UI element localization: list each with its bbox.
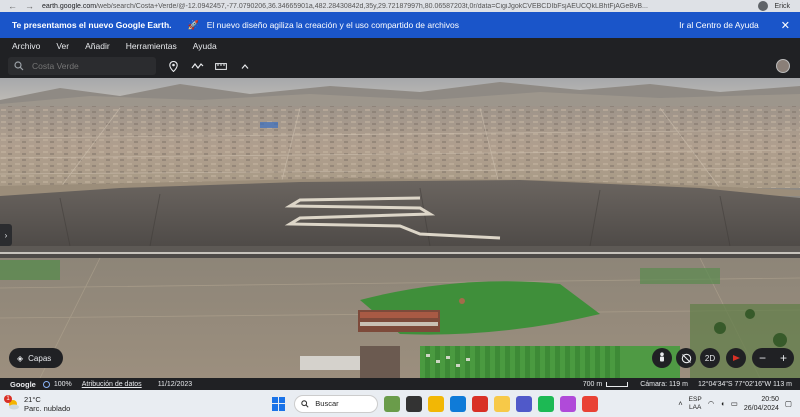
volume-icon[interactable]: ◖: [720, 399, 725, 408]
search-icon: [14, 61, 24, 71]
browser-address-bar: ← → earth.google.com/web/search/Costa+Ve…: [0, 0, 800, 12]
ruler-icon[interactable]: [214, 59, 228, 73]
zoom-in-button[interactable]: +: [780, 351, 787, 365]
google-earth-window: ← → earth.google.com/web/search/Costa+Ve…: [0, 0, 800, 417]
banner-title: Te presentamos el nuevo Google Earth.: [12, 20, 172, 30]
chrome-alt-icon[interactable]: [582, 395, 599, 412]
street-view-pegman-icon[interactable]: [652, 348, 672, 368]
search-input[interactable]: [32, 61, 142, 71]
teams-app-icon[interactable]: [516, 395, 533, 412]
browser-nav: ← →: [0, 1, 42, 11]
taskbar-search[interactable]: Buscar: [294, 394, 379, 413]
wifi-icon[interactable]: ◠: [708, 399, 715, 408]
chevron-up-icon[interactable]: [238, 59, 252, 73]
weather-widget[interactable]: 1 21°C Parc. nublado: [4, 394, 70, 413]
placemark-icon[interactable]: [166, 59, 180, 73]
rocket-icon: 🚀: [187, 19, 199, 30]
windows-taskbar: 1 21°C Parc. nublado Buscar ˄ ESP LAA ◠ …: [0, 390, 800, 417]
tilt-toggle-icon[interactable]: [676, 348, 696, 368]
search-box[interactable]: [8, 57, 156, 75]
camera-altitude: Cámara: 119 m: [640, 380, 688, 388]
close-banner-button[interactable]: ✕: [781, 19, 790, 32]
loading-indicator-icon: [42, 380, 50, 388]
path-icon[interactable]: [190, 59, 204, 73]
satellite-imagery: [0, 78, 800, 378]
file-explorer-icon[interactable]: [428, 395, 445, 412]
battery-icon[interactable]: ▭: [731, 399, 738, 408]
weather-icon: 1: [4, 394, 20, 411]
widgets-app-icon[interactable]: [384, 395, 401, 412]
layers-icon: ◈: [17, 353, 24, 363]
keyboard-layout: LAA: [689, 403, 702, 411]
coordinates: 12°04'34"S 77°02'16"W 113 m: [697, 380, 792, 388]
clock[interactable]: 20:50 26/04/2024: [744, 395, 779, 413]
imagery-date: 11/12/2023: [157, 380, 193, 388]
spotify-app-icon[interactable]: [538, 395, 555, 412]
toolbar: [0, 54, 800, 78]
weather-text: 21°C Parc. nublado: [24, 395, 70, 413]
clock-time: 20:50: [761, 395, 779, 403]
scale-line: [606, 381, 629, 387]
url-host: earth.google.com: [42, 2, 97, 10]
taskbar-search-label: Buscar: [315, 399, 339, 408]
zoom-control: − +: [752, 348, 794, 368]
url-field[interactable]: earth.google.com/web/search/Costa+Verde/…: [42, 3, 752, 10]
google-logo: Google: [10, 379, 36, 389]
taskbar-search-icon: [301, 399, 309, 408]
chrome-browser-icon[interactable]: [472, 395, 489, 412]
profile-name[interactable]: Erick: [774, 3, 790, 10]
load-percent: 100%: [53, 380, 72, 388]
help-center-link[interactable]: Ir al Centro de Ayuda: [679, 20, 759, 30]
system-tray: ˄ ESP LAA ◠ ◖ ▭ 20:50 26/04/2024 ▢: [678, 395, 792, 413]
notifications-icon[interactable]: ▢: [785, 399, 792, 408]
layers-button[interactable]: ◈ Capas: [9, 348, 63, 368]
task-view-icon[interactable]: [406, 395, 423, 412]
menu-archivo[interactable]: Archivo: [12, 41, 40, 51]
menu-ver[interactable]: Ver: [56, 41, 69, 51]
banner-message: El nuevo diseño agiliza la creación y el…: [206, 20, 460, 30]
weather-temp: 21°C: [24, 394, 41, 404]
folder-app-icon[interactable]: [494, 395, 511, 412]
back-icon[interactable]: ←: [8, 1, 17, 11]
scale-bar: 700 m: [582, 380, 629, 388]
menu-bar: Archivo Ver Añadir Herramientas Ayuda: [0, 38, 800, 54]
account-avatar[interactable]: [776, 59, 790, 73]
language-indicator[interactable]: ESP LAA: [689, 396, 702, 412]
data-attribution-link[interactable]: Atribución de datos: [82, 381, 142, 388]
compass-icon[interactable]: [726, 348, 746, 368]
weather-desc: Parc. nublado: [24, 403, 71, 413]
forward-icon[interactable]: →: [25, 1, 34, 11]
layers-label: Capas: [28, 353, 52, 363]
store-app-icon[interactable]: [560, 395, 577, 412]
edge-browser-icon[interactable]: [450, 395, 467, 412]
url-path: /web/search/Costa+Verde/@-12.0942457,-77…: [96, 2, 648, 10]
menu-herramientas[interactable]: Herramientas: [126, 41, 177, 51]
view-2d-button[interactable]: 2D: [700, 348, 720, 368]
status-bar: Google 100% Atribución de datos 11/12/20…: [0, 378, 800, 390]
menu-anadir[interactable]: Añadir: [85, 41, 110, 51]
menu-ayuda[interactable]: Ayuda: [193, 41, 217, 51]
windows-start-icon[interactable]: [272, 396, 286, 411]
clock-date: 26/04/2024: [743, 404, 779, 412]
weather-badge: 1: [4, 394, 12, 403]
profile-icon[interactable]: [758, 1, 769, 11]
tray-chevron-icon[interactable]: ˄: [678, 399, 682, 408]
scale-label: 700 m: [582, 380, 603, 388]
zoom-out-button[interactable]: −: [759, 351, 766, 365]
announcement-banner: Te presentamos el nuevo Google Earth. 🚀 …: [0, 12, 800, 38]
expand-panel-button[interactable]: ›: [0, 224, 12, 246]
language-code: ESP: [688, 395, 702, 403]
earth-3d-view[interactable]: [0, 78, 800, 378]
